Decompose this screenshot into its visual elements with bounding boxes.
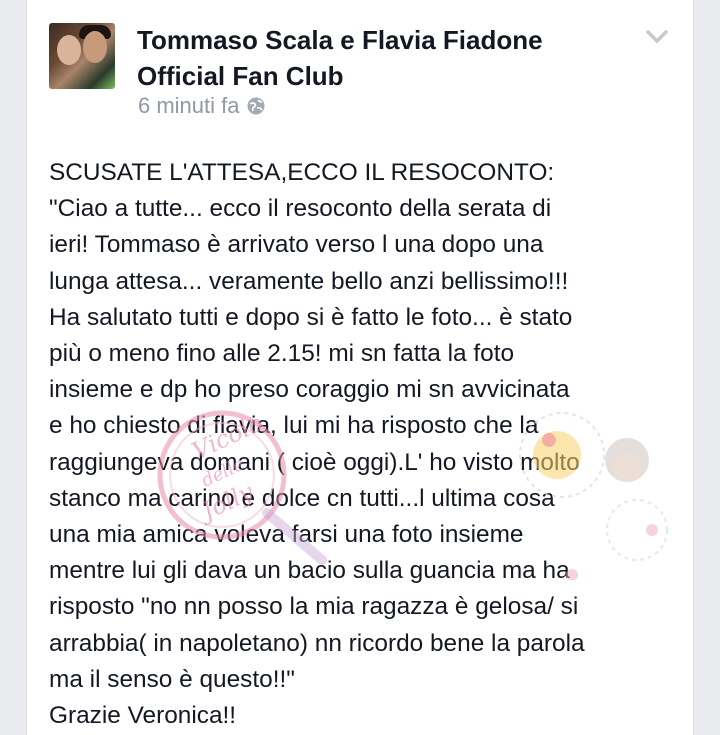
page-name-link[interactable]: Tommaso Scala e Flavia Fiadone Official … [137, 22, 607, 94]
post-message: SCUSATE L'ATTESA,ECCO IL RESOCONTO: "Cia… [49, 159, 585, 730]
timestamp-text: 6 minuti fa [138, 93, 240, 118]
avatar-face-right [83, 31, 107, 63]
globe-icon [247, 97, 264, 115]
post-card: Tommaso Scala e Flavia Fiadone Official … [26, 0, 694, 735]
chevron-down-icon[interactable] [645, 28, 669, 46]
avatar[interactable] [49, 23, 115, 89]
post-timestamp[interactable]: 6 minuti fa [138, 93, 266, 119]
avatar-face-left [57, 35, 81, 65]
